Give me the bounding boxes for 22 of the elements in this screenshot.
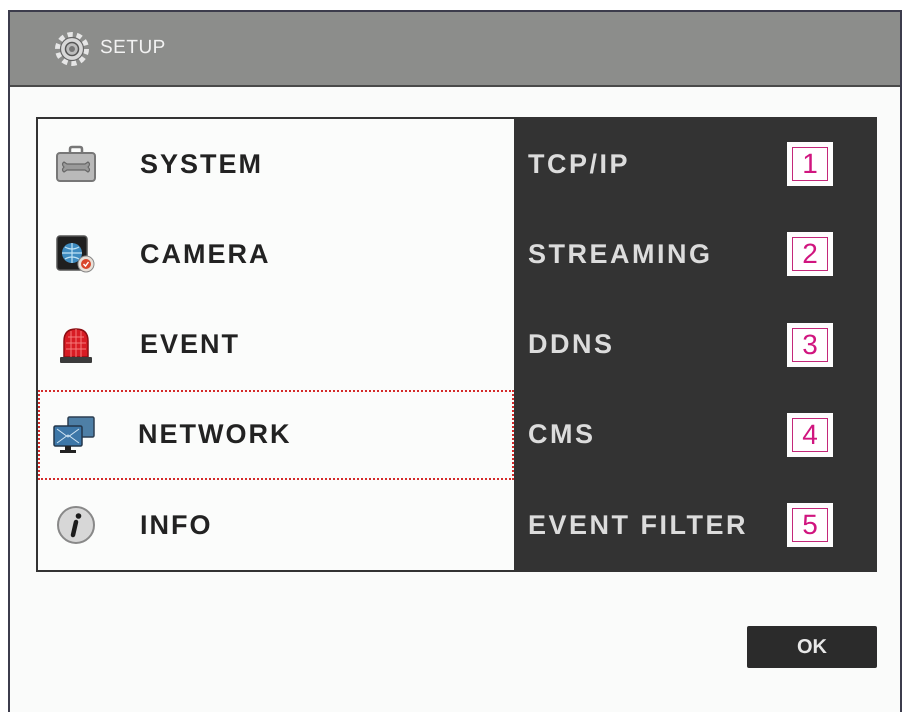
submenu-item[interactable]: EVENT FILTER bbox=[528, 504, 748, 546]
menu-item[interactable]: SYSTEM bbox=[38, 119, 514, 210]
submenu-item[interactable]: STREAMING bbox=[528, 234, 712, 275]
toolbox-icon bbox=[55, 145, 97, 184]
callout-number: 2 bbox=[792, 237, 828, 272]
callout-number: 4 bbox=[792, 418, 828, 452]
menu-item[interactable]: NETWORK bbox=[38, 390, 514, 480]
callout-number: 1 bbox=[792, 147, 828, 182]
ok-button[interactable]: OK bbox=[747, 626, 877, 668]
submenu-item[interactable]: DDNS bbox=[528, 324, 615, 365]
info-icon bbox=[56, 504, 96, 545]
callout-number: 3 bbox=[792, 328, 828, 362]
window-title: SETUP bbox=[100, 36, 166, 60]
submenu-item[interactable]: CMS bbox=[528, 414, 596, 455]
callout-number: 5 bbox=[792, 508, 828, 542]
submenu-item[interactable]: TCP/IP bbox=[528, 144, 630, 184]
menu-item[interactable]: EVENT bbox=[38, 299, 514, 390]
globe-tile-icon bbox=[55, 234, 97, 274]
settings-icon bbox=[54, 30, 90, 66]
menu-item[interactable]: CAMERA bbox=[38, 209, 514, 300]
menu-item[interactable]: INFO bbox=[38, 480, 514, 570]
monitors-icon bbox=[52, 414, 96, 455]
